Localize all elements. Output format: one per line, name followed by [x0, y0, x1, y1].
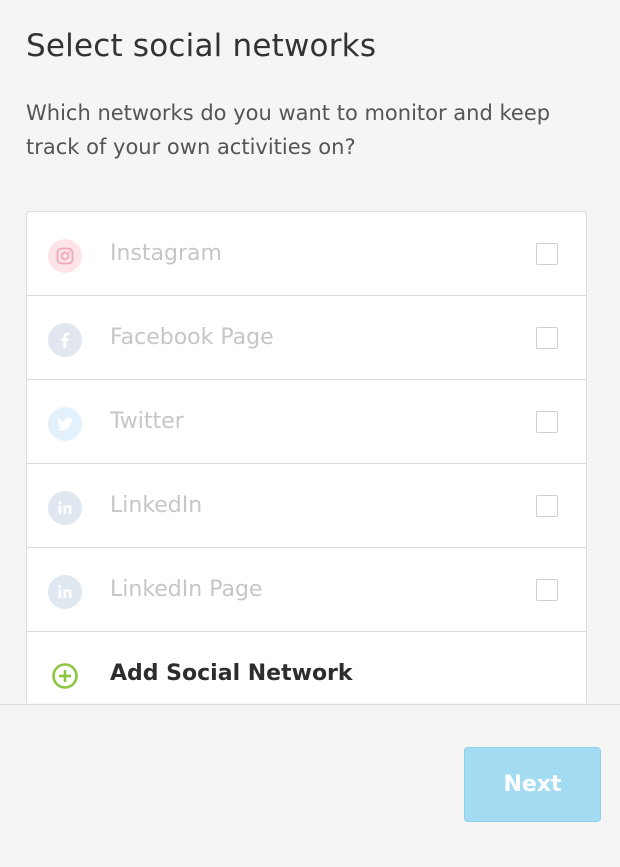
network-checkbox[interactable]: [536, 243, 558, 265]
page-subtitle: Which networks do you want to monitor an…: [26, 101, 551, 159]
page-title: Select social networks: [26, 28, 377, 64]
linkedin-icon: [48, 491, 82, 525]
network-checkbox[interactable]: [536, 411, 558, 433]
linkedin-icon: [48, 575, 82, 609]
footer-divider: [0, 704, 620, 705]
next-button[interactable]: Next: [464, 747, 601, 822]
network-label: Facebook Page: [110, 325, 274, 350]
twitter-icon: [48, 407, 82, 441]
social-network-list: Instagram Facebook Page Twitter LinkedIn…: [26, 211, 587, 703]
network-label: LinkedIn Page: [110, 577, 263, 602]
network-label: Instagram: [110, 241, 222, 266]
network-label: LinkedIn: [110, 493, 203, 518]
plus-circle-icon: [48, 659, 82, 693]
network-checkbox[interactable]: [536, 579, 558, 601]
network-row-linkedin-page[interactable]: LinkedIn Page: [27, 548, 586, 632]
network-row-facebook-page[interactable]: Facebook Page: [27, 296, 586, 380]
network-row-linkedin[interactable]: LinkedIn: [27, 464, 586, 548]
facebook-icon: [48, 323, 82, 357]
add-social-network-label: Add Social Network: [110, 661, 353, 686]
network-checkbox[interactable]: [536, 327, 558, 349]
instagram-icon: [48, 239, 82, 273]
network-label: Twitter: [110, 409, 184, 434]
add-social-network-button[interactable]: Add Social Network: [27, 632, 586, 703]
network-row-instagram[interactable]: Instagram: [27, 212, 586, 296]
network-row-twitter[interactable]: Twitter: [27, 380, 586, 464]
network-checkbox[interactable]: [536, 495, 558, 517]
